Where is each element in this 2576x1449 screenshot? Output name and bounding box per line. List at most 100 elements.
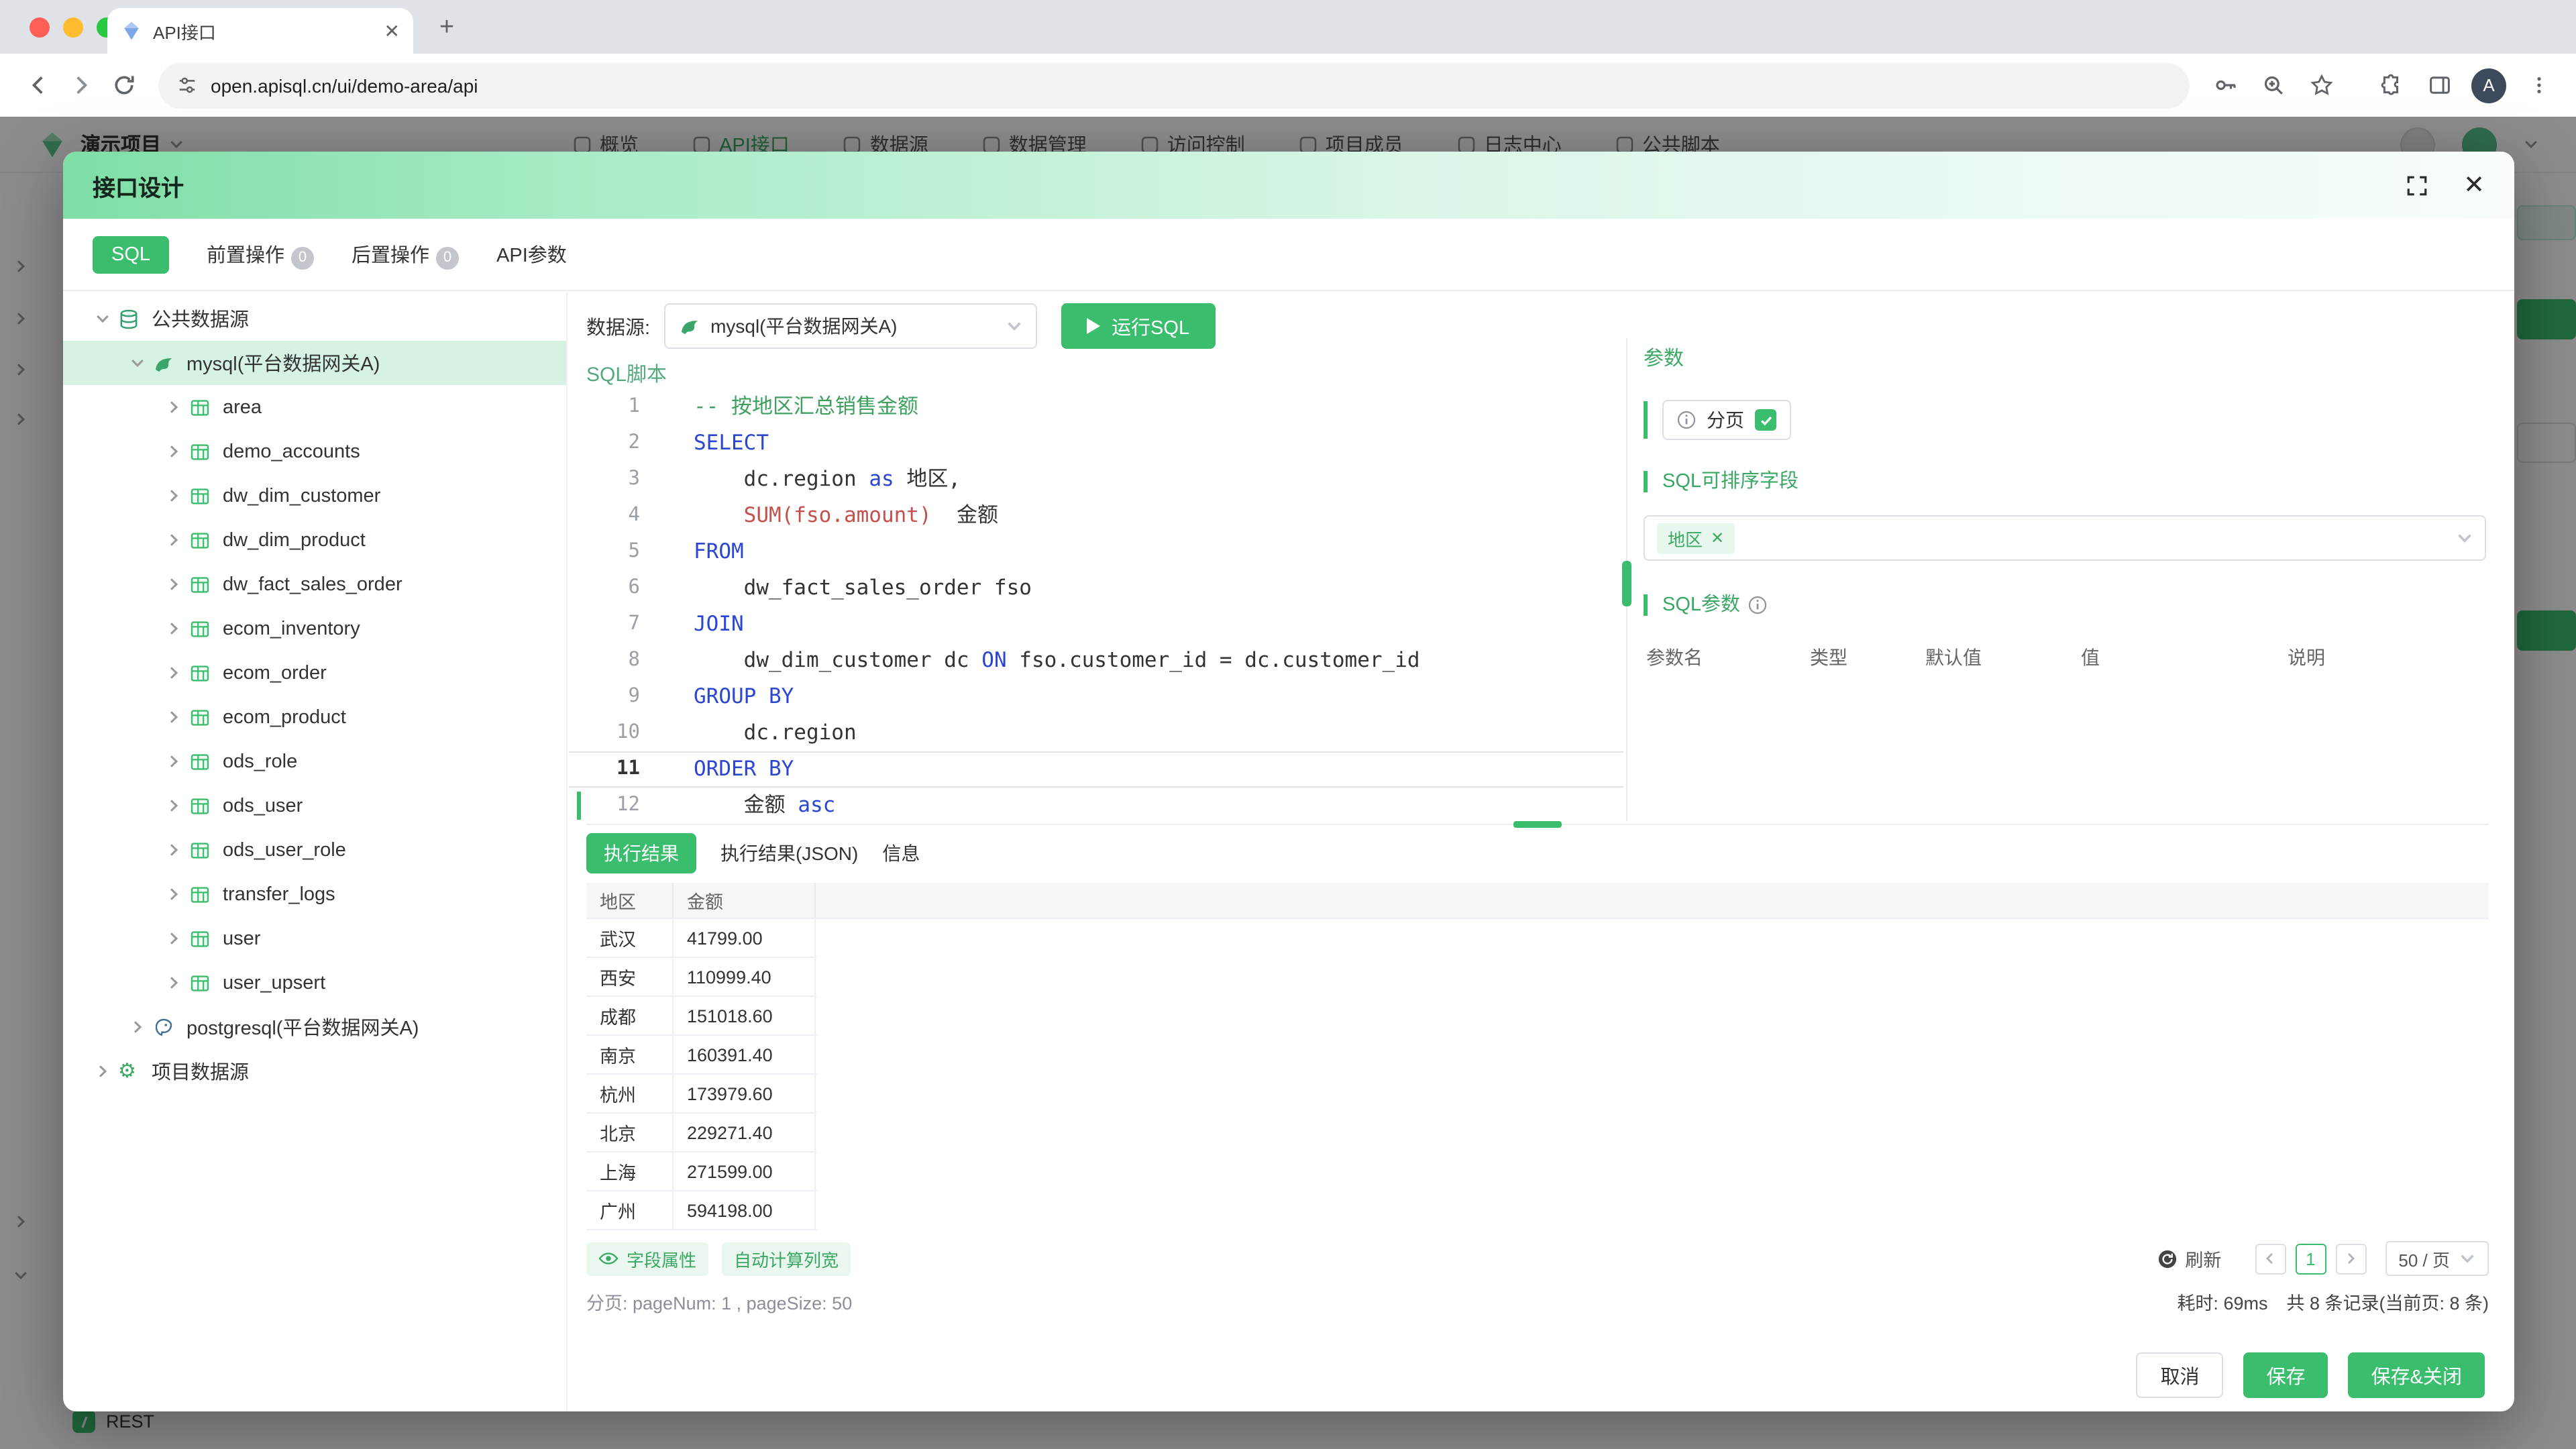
chevron-down-icon[interactable] xyxy=(95,311,118,326)
extensions-icon[interactable] xyxy=(2369,64,2412,107)
field-props-button[interactable]: 字段属性 xyxy=(586,1242,708,1275)
tree-node-table[interactable]: transfer_logs xyxy=(63,872,566,916)
chevron-right-icon[interactable] xyxy=(166,577,189,592)
code-line[interactable]: 5FROM xyxy=(569,534,1623,570)
chevron-right-icon[interactable] xyxy=(95,1064,118,1079)
refresh-button[interactable]: 刷新 xyxy=(2157,1245,2221,1272)
tree-node-label: ods_user xyxy=(223,795,303,816)
sortable-fields-select[interactable]: 地区 ✕ xyxy=(1644,515,2486,561)
run-sql-button[interactable]: 运行SQL xyxy=(1061,303,1215,349)
chevron-right-icon[interactable] xyxy=(166,488,189,503)
browser-avatar[interactable]: A xyxy=(2471,68,2506,103)
bookmark-star-icon[interactable] xyxy=(2300,64,2343,107)
sql-editor[interactable]: 1-- 按地区汇总销售金额2SELECT3 dc.region as 地区,4 … xyxy=(569,389,1623,824)
tree-node-table[interactable]: ods_role xyxy=(63,739,566,784)
window-close-button[interactable] xyxy=(30,17,50,38)
tree-node-table[interactable]: ecom_order xyxy=(63,651,566,695)
url-text: open.apisql.cn/ui/demo-area/api xyxy=(211,74,478,96)
next-page-button[interactable] xyxy=(2335,1243,2366,1274)
results-tab[interactable]: 执行结果(JSON) xyxy=(720,840,858,867)
chevron-right-icon[interactable] xyxy=(166,798,189,813)
fullscreen-expand-icon[interactable] xyxy=(2406,174,2428,197)
chevron-right-icon[interactable] xyxy=(166,887,189,902)
tree-node-table[interactable]: ods_user xyxy=(63,784,566,828)
code-line[interactable]: 1-- 按地区汇总销售金额 xyxy=(569,389,1623,425)
chevron-right-icon[interactable] xyxy=(166,533,189,547)
code-line[interactable]: 4 SUM(fso.amount) 金额 xyxy=(569,498,1623,534)
cancel-button[interactable]: 取消 xyxy=(2137,1352,2224,1398)
tree-node-postgresql[interactable]: postgresql(平台数据网关A) xyxy=(63,1005,566,1049)
chevron-right-icon[interactable] xyxy=(166,444,189,459)
chevron-right-icon[interactable] xyxy=(166,621,189,636)
results-tab[interactable]: 执行结果 xyxy=(586,833,696,873)
code-line[interactable]: 3 dc.region as 地区, xyxy=(569,462,1623,498)
tree-node-mysql[interactable]: mysql(平台数据网关A) xyxy=(63,341,566,385)
tree-node-table[interactable]: user xyxy=(63,916,566,961)
tree-node-table[interactable]: area xyxy=(63,385,566,429)
tab-close-icon[interactable]: ✕ xyxy=(384,21,400,40)
close-icon[interactable]: ✕ xyxy=(2463,172,2485,198)
vertical-splitter-handle[interactable] xyxy=(1622,561,1631,606)
tree-node-table[interactable]: demo_accounts xyxy=(63,429,566,474)
results-tab[interactable]: 信息 xyxy=(882,840,920,867)
code-line[interactable]: 11ORDER BY xyxy=(569,751,1623,788)
tree-node-project-datasource[interactable]: ⚙项目数据源 xyxy=(63,1049,566,1093)
tab-sql[interactable]: SQL xyxy=(93,235,169,273)
tab-api-params[interactable]: API参数 xyxy=(496,240,567,268)
datasource-select[interactable]: mysql(平台数据网关A) xyxy=(663,303,1036,349)
passwords-icon[interactable] xyxy=(2203,64,2246,107)
chevron-right-icon[interactable] xyxy=(166,931,189,946)
save-close-button[interactable]: 保存&关闭 xyxy=(2349,1352,2485,1398)
site-info-icon[interactable] xyxy=(177,75,197,95)
tab-post-operations[interactable]: 后置操作0 xyxy=(352,239,459,269)
tree-node-public-datasource[interactable]: 公共数据源 xyxy=(63,297,566,341)
window-minimize-button[interactable] xyxy=(63,17,83,38)
chevron-right-icon[interactable] xyxy=(166,710,189,724)
new-tab-button[interactable]: + xyxy=(429,11,464,46)
code-line[interactable]: 8 dw_dim_customer dc ON fso.customer_id … xyxy=(569,643,1623,679)
tree-node-table[interactable]: ods_user_role xyxy=(63,828,566,872)
window-controls xyxy=(30,17,117,38)
page-size-select[interactable]: 50 / 页 xyxy=(2385,1241,2489,1276)
chevron-right-icon[interactable] xyxy=(166,843,189,857)
paging-checkbox[interactable] xyxy=(1755,409,1776,431)
tree-node-table[interactable]: dw_fact_sales_order xyxy=(63,562,566,606)
chevron-right-icon[interactable] xyxy=(130,1020,153,1034)
code-line[interactable]: 7JOIN xyxy=(569,606,1623,643)
reload-icon[interactable] xyxy=(102,64,145,107)
menu-kebab-icon[interactable] xyxy=(2517,64,2560,107)
horizontal-splitter-handle[interactable] xyxy=(1513,821,1562,828)
code-line[interactable]: 9GROUP BY xyxy=(569,679,1623,715)
code-line[interactable]: 10 dc.region xyxy=(569,715,1623,751)
chevron-down-icon[interactable] xyxy=(130,356,153,370)
zoom-icon[interactable] xyxy=(2251,64,2294,107)
code-line[interactable]: 12 金额 asc xyxy=(569,788,1623,824)
tree-node-table[interactable]: dw_dim_customer xyxy=(63,474,566,518)
address-bar[interactable]: open.apisql.cn/ui/demo-area/api xyxy=(158,62,2190,108)
chevron-right-icon[interactable] xyxy=(166,665,189,680)
tree-node-table[interactable]: ecom_inventory xyxy=(63,606,566,651)
chevron-right-icon[interactable] xyxy=(166,400,189,415)
region-tag[interactable]: 地区 ✕ xyxy=(1657,523,1735,553)
gear-icon: ⚙ xyxy=(118,1061,141,1081)
tag-close-icon[interactable]: ✕ xyxy=(1711,530,1724,546)
auto-width-button[interactable]: 自动计算列宽 xyxy=(722,1242,851,1275)
tab-pre-operations[interactable]: 前置操作0 xyxy=(207,239,314,269)
code-line[interactable]: 6 dw_fact_sales_order fso xyxy=(569,570,1623,606)
chevron-right-icon[interactable] xyxy=(166,754,189,769)
table-icon xyxy=(189,441,212,462)
code-line[interactable]: 2SELECT xyxy=(569,425,1623,462)
table-icon xyxy=(189,706,212,728)
side-panel-icon[interactable] xyxy=(2418,64,2461,107)
save-button[interactable]: 保存 xyxy=(2244,1352,2328,1398)
paging-chip[interactable]: 分页 xyxy=(1662,400,1791,440)
prev-page-button[interactable] xyxy=(2255,1243,2286,1274)
tree-node-table[interactable]: user_upsert xyxy=(63,961,566,1005)
tree-node-table[interactable]: dw_dim_product xyxy=(63,518,566,562)
current-page[interactable]: 1 xyxy=(2295,1243,2326,1274)
chevron-right-icon[interactable] xyxy=(166,975,189,990)
forward-icon[interactable] xyxy=(59,64,102,107)
tree-node-table[interactable]: ecom_product xyxy=(63,695,566,739)
back-icon[interactable] xyxy=(16,64,59,107)
browser-tab[interactable]: API接口 ✕ xyxy=(107,8,413,54)
